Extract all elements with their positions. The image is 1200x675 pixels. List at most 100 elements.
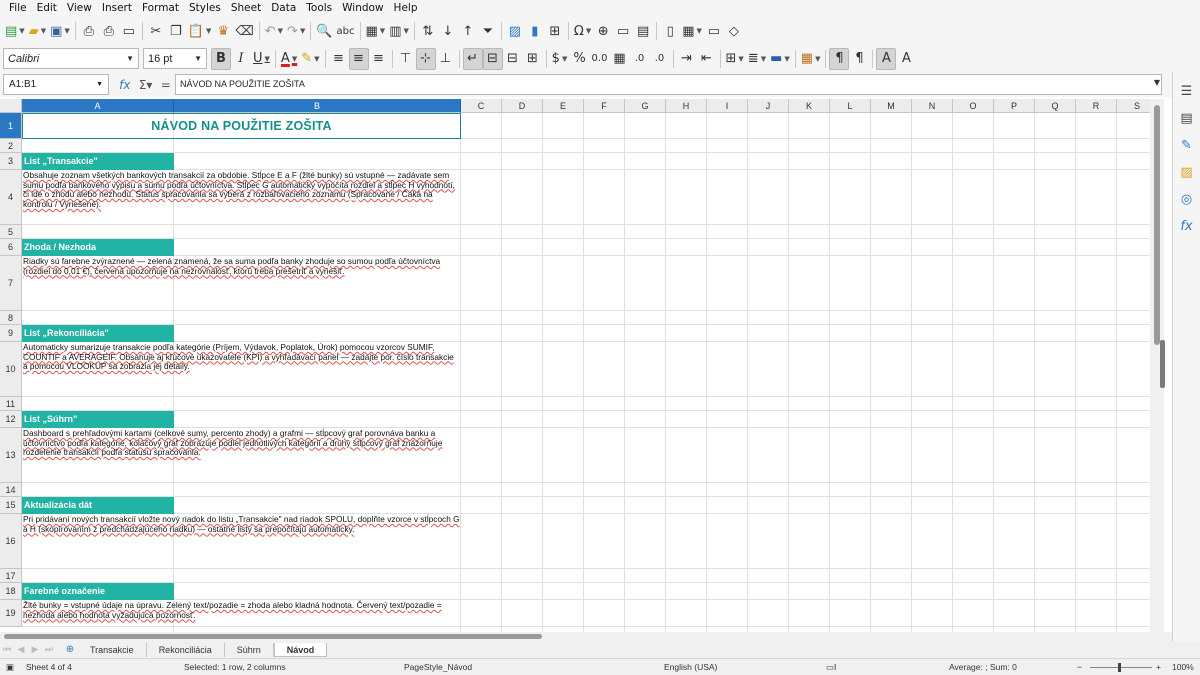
column-header-r[interactable]: R: [1076, 99, 1117, 113]
column-header-n[interactable]: N: [912, 99, 953, 113]
sheet-tab[interactable]: Rekonciliácia: [147, 642, 225, 657]
section-description[interactable]: Obsahuje zoznam všetkých bankových trans…: [22, 170, 461, 225]
headers-footers-icon[interactable]: ▤: [633, 20, 653, 42]
sidebar-collapse-handle[interactable]: [1160, 340, 1165, 388]
wrap-text-icon[interactable]: ↵: [462, 47, 483, 70]
menu-edit[interactable]: Edit: [32, 0, 62, 17]
menu-sheet[interactable]: Sheet: [226, 0, 266, 17]
insert-chart-icon[interactable]: ▮: [525, 20, 545, 42]
menu-styles[interactable]: Styles: [184, 0, 226, 17]
row-header-14[interactable]: 14: [0, 483, 22, 497]
name-box[interactable]: A1:B1 ▼: [3, 74, 109, 95]
cut-icon[interactable]: ✂: [146, 20, 166, 42]
comment-icon[interactable]: ▭: [613, 20, 633, 42]
row-header-4[interactable]: 4: [0, 170, 22, 225]
align-middle-icon[interactable]: ⊹: [415, 47, 436, 70]
section-description[interactable]: Žlté bunky = vstupné údaje na úpravu. Ze…: [22, 600, 461, 627]
borders-icon[interactable]: ⊞ ▼: [724, 48, 746, 70]
formula-input[interactable]: NÁVOD NA POUŽITIE ZOŠITA: [175, 74, 1162, 95]
sheet-tab[interactable]: Návod: [273, 642, 328, 657]
gallery-icon[interactable]: ▨: [1177, 162, 1197, 182]
export-pdf-icon[interactable]: ⎙: [79, 20, 99, 42]
insert-image-icon[interactable]: ▨: [505, 20, 525, 42]
row-header-3[interactable]: 3: [0, 153, 22, 170]
currency-format-icon[interactable]: $ ▼: [550, 48, 570, 70]
zoom-in-icon[interactable]: +: [1156, 662, 1161, 672]
menu-insert[interactable]: Insert: [97, 0, 137, 17]
text-direction-ltr-icon[interactable]: ¶: [829, 47, 850, 70]
row-header-9[interactable]: 9: [0, 325, 22, 342]
expand-formula-icon[interactable]: ▼: [1154, 78, 1160, 87]
column-header-j[interactable]: J: [748, 99, 789, 113]
sort-descending-icon[interactable]: ↑: [458, 20, 478, 42]
paste-icon[interactable]: 📋 ▼: [186, 20, 214, 42]
row-header-19[interactable]: 19: [0, 600, 22, 627]
border-color-icon[interactable]: ▬ ▼: [768, 48, 792, 70]
font-color-icon[interactable]: A ▼: [279, 48, 299, 70]
row-header-2[interactable]: 2: [0, 139, 22, 153]
sum-info[interactable]: Average: ; Sum: 0: [949, 662, 1017, 672]
section-description[interactable]: Automaticky sumarizuje transakcie podľa …: [22, 342, 461, 397]
font-size-combo[interactable]: 16 pt ▼: [143, 48, 207, 69]
highlight-color-icon[interactable]: ✎ ▼: [299, 48, 321, 70]
select-all-corner[interactable]: [0, 99, 22, 113]
column-header-a[interactable]: A: [22, 99, 174, 113]
row-header-16[interactable]: 16: [0, 514, 22, 569]
bold-icon[interactable]: B: [211, 47, 231, 70]
selection-mode-icon[interactable]: ▭I: [826, 662, 836, 673]
column-header-l[interactable]: L: [830, 99, 871, 113]
section-description[interactable]: Riadky sú farebne zvýraznené — zelená zn…: [22, 256, 461, 311]
align-top-icon[interactable]: ⊤: [396, 48, 416, 70]
row-header-18[interactable]: 18: [0, 583, 22, 600]
properties-icon[interactable]: ▤: [1177, 108, 1197, 128]
column-header-g[interactable]: G: [625, 99, 666, 113]
text-vertical-alt-icon[interactable]: A: [896, 48, 916, 70]
column-header-i[interactable]: I: [707, 99, 748, 113]
row-header-8[interactable]: 8: [0, 311, 22, 325]
column-header-o[interactable]: O: [953, 99, 994, 113]
sort-ascending-icon[interactable]: ↓: [438, 20, 458, 42]
row-header-6[interactable]: 6: [0, 239, 22, 256]
menu-format[interactable]: Format: [137, 0, 184, 17]
freeze-rows-columns-icon[interactable]: ▦ ▼: [680, 20, 704, 42]
save-icon[interactable]: ▣ ▼: [48, 20, 72, 42]
increase-indent-icon[interactable]: ⇥: [677, 48, 697, 70]
clone-formatting-icon[interactable]: ♛: [213, 20, 233, 42]
percent-format-icon[interactable]: %: [570, 48, 590, 70]
column-header-q[interactable]: Q: [1035, 99, 1076, 113]
open-folder-icon[interactable]: ▰ ▼: [27, 20, 48, 42]
merge-cells-icon[interactable]: ⊟: [503, 48, 523, 70]
menu-tools[interactable]: Tools: [301, 0, 337, 17]
conditional-format-icon[interactable]: ▦ ▼: [799, 48, 823, 70]
first-sheet-icon[interactable]: ⏮: [0, 644, 14, 655]
sheet-tab[interactable]: Transakcie: [78, 642, 147, 657]
zoom-out-icon[interactable]: −: [1077, 662, 1082, 672]
align-bottom-icon[interactable]: ⊥: [436, 48, 456, 70]
vertical-scrollbar-thumb[interactable]: [1154, 105, 1160, 345]
define-print-area-icon[interactable]: ▯: [660, 20, 680, 42]
delete-decimal-icon[interactable]: .0: [650, 48, 670, 70]
pivot-table-icon[interactable]: ⊞: [545, 20, 565, 42]
formula-icon[interactable]: =: [161, 78, 171, 92]
add-decimal-icon[interactable]: .0: [630, 48, 650, 70]
font-name-combo[interactable]: Calibri ▼: [3, 48, 139, 69]
text-direction-rtl-icon[interactable]: ¶: [849, 48, 869, 70]
row-header-17[interactable]: 17: [0, 569, 22, 583]
column-header-k[interactable]: K: [789, 99, 830, 113]
row-header-11[interactable]: 11: [0, 397, 22, 411]
column-header-c[interactable]: C: [461, 99, 502, 113]
section-description[interactable]: Dashboard s prehľadovými kartami (celkov…: [22, 428, 461, 483]
sum-icon[interactable]: Σ▾: [139, 78, 153, 92]
row-icon[interactable]: ▦ ▼: [364, 20, 388, 42]
clear-formatting-icon[interactable]: ⌫: [233, 20, 255, 42]
date-format-icon[interactable]: ▦: [610, 48, 630, 70]
menu-icon[interactable]: ☰: [1177, 81, 1197, 101]
styles-icon[interactable]: ✎: [1177, 135, 1197, 155]
number-format-icon[interactable]: 0.0: [590, 48, 610, 70]
decrease-indent-icon[interactable]: ⇤: [697, 48, 717, 70]
next-sheet-icon[interactable]: ▶: [28, 644, 42, 655]
menu-window[interactable]: Window: [337, 0, 388, 17]
column-header-h[interactable]: H: [666, 99, 707, 113]
row-header-12[interactable]: 12: [0, 411, 22, 428]
horizontal-scrollbar[interactable]: [0, 632, 1172, 641]
